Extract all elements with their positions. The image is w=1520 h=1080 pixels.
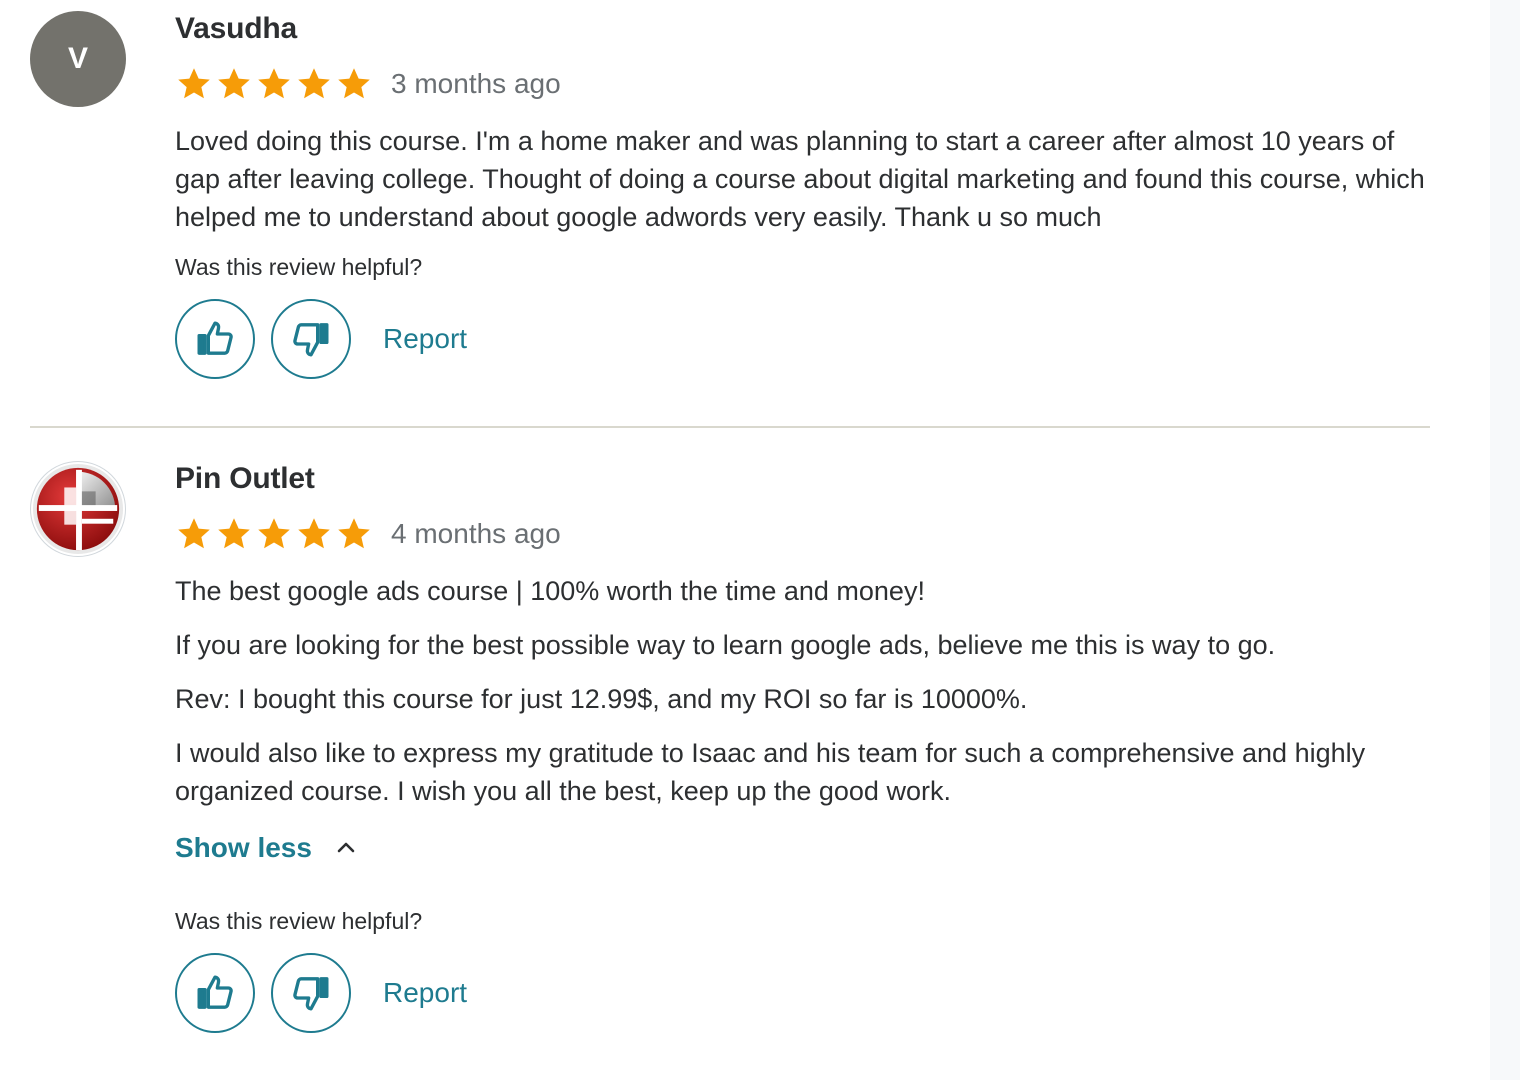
- review-date: 3 months ago: [391, 68, 561, 99]
- avatar: V: [30, 11, 126, 107]
- rating-row: 4 months ago: [175, 516, 561, 552]
- review-text: The best google ads course | 100% worth …: [175, 576, 925, 606]
- show-less-label: Show less: [175, 832, 312, 863]
- review-text: If you are looking for the best possible…: [175, 630, 1276, 660]
- thumbs-up-button[interactable]: [175, 299, 255, 379]
- star-rating: [175, 66, 373, 102]
- star-icon: [338, 518, 370, 549]
- reviewer-name: Pin Outlet: [175, 462, 315, 495]
- star-icon: [218, 518, 250, 549]
- report-link[interactable]: Report: [383, 323, 467, 355]
- show-less-button[interactable]: Show less: [175, 832, 358, 864]
- review-divider: [30, 426, 1430, 428]
- helpful-prompt: Was this review helpful?: [175, 254, 423, 280]
- review-actions: Report: [175, 953, 467, 1033]
- star-rating: [175, 516, 373, 552]
- review-text: Rev: I bought this course for just 12.99…: [175, 684, 1028, 714]
- star-icon: [258, 68, 290, 99]
- review-body: Loved doing this course. I'm a home make…: [175, 122, 1425, 252]
- reviewer-name: Vasudha: [175, 12, 297, 45]
- thumbs-down-icon: [293, 323, 329, 357]
- review-text: Loved doing this course. I'm a home make…: [175, 126, 1425, 232]
- thumbs-up-button[interactable]: [175, 953, 255, 1033]
- thumbs-down-button[interactable]: [271, 953, 351, 1033]
- star-icon: [178, 518, 210, 549]
- star-icon: [178, 68, 210, 99]
- rating-row: 3 months ago: [175, 66, 561, 102]
- star-icon: [258, 518, 290, 549]
- thumbs-down-icon: [293, 977, 329, 1011]
- page-edge: [1490, 0, 1520, 1080]
- review-date: 4 months ago: [391, 518, 561, 549]
- thumbs-down-button[interactable]: [271, 299, 351, 379]
- review-text: I would also like to express my gratitud…: [175, 738, 1366, 806]
- pin-outlet-logo-icon: [32, 463, 124, 555]
- thumbs-up-icon: [197, 321, 233, 355]
- chevron-up-icon: [337, 842, 355, 853]
- review-body: The best google ads course | 100% worth …: [175, 572, 1425, 826]
- thumbs-up-icon: [197, 975, 233, 1009]
- report-link[interactable]: Report: [383, 977, 467, 1009]
- helpful-prompt: Was this review helpful?: [175, 908, 423, 934]
- avatar-initial: V: [67, 42, 88, 75]
- star-icon: [298, 68, 330, 99]
- star-icon: [298, 518, 330, 549]
- star-icon: [338, 68, 370, 99]
- avatar: [30, 461, 126, 557]
- review-actions: Report: [175, 299, 467, 379]
- star-icon: [218, 68, 250, 99]
